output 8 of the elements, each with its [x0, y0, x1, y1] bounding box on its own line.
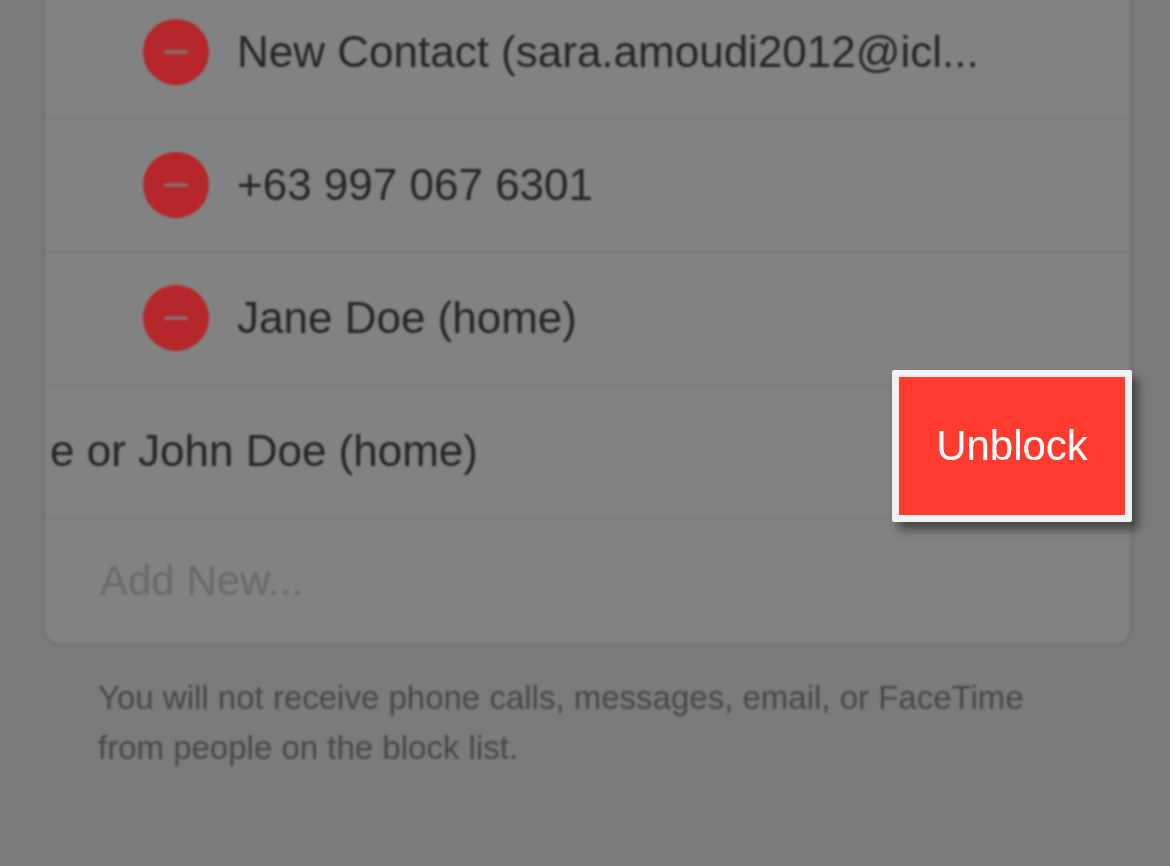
unblock-button[interactable]: Unblock	[892, 370, 1132, 522]
contact-name: +63 997 067 6301	[237, 160, 594, 210]
contact-name: e or John Doe (home)	[50, 426, 478, 476]
remove-icon[interactable]	[143, 285, 209, 351]
remove-icon[interactable]	[143, 19, 209, 85]
contact-name: New Contact (sara.amoudi2012@icl...	[237, 27, 979, 77]
contact-name: Jane Doe (home)	[237, 293, 577, 343]
remove-icon[interactable]	[143, 152, 209, 218]
